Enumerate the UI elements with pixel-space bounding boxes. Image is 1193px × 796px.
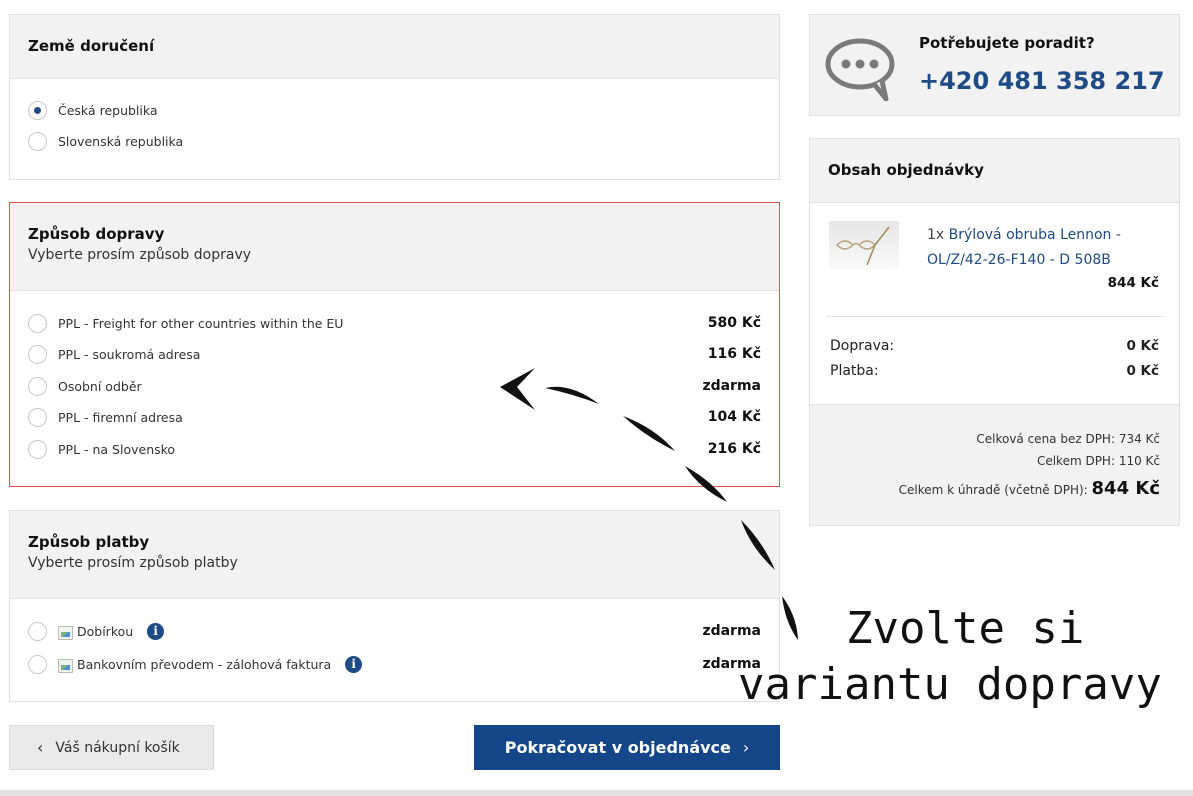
shipping-option[interactable]: PPL - Freight for other countries within… <box>28 311 761 335</box>
product-thumbnail[interactable] <box>829 221 899 269</box>
payment-cost-value: 0 Kč <box>1126 363 1159 379</box>
shipping-option-label: Osobní odběr <box>58 378 142 394</box>
shipping-cost-label: Doprava: <box>830 338 895 354</box>
help-box: Potřebujete poradit? +420 481 358 217 <box>809 14 1180 116</box>
annotation-line-2: variantu dopravy <box>738 659 1162 710</box>
total-to-pay-label: Celkem k úhradě (včetně DPH): <box>898 483 1088 497</box>
country-label-sk: Slovenská republika <box>58 133 184 149</box>
shipping-cost-row: Doprava: 0 Kč <box>830 338 1159 354</box>
chat-bubble-icon <box>825 38 895 101</box>
shipping-option-label: PPL - firemní adresa <box>58 409 183 425</box>
delivery-country-header: Země doručení <box>10 15 779 79</box>
divider <box>826 316 1163 317</box>
shipping-option-label: PPL - na Slovensko <box>58 441 176 457</box>
order-summary-header: Obsah objednávky <box>810 139 1179 203</box>
country-radio-cz[interactable] <box>28 100 47 120</box>
payment-radio-cod[interactable] <box>28 621 47 641</box>
vat-total: Celkem DPH: 110 Kč <box>1036 454 1160 468</box>
shipping-cost-value: 0 Kč <box>1126 338 1159 354</box>
help-question: Potřebujete poradit? <box>919 34 1095 52</box>
shipping-title: Způsob dopravy <box>28 225 165 243</box>
total-to-pay-value: 844 Kč <box>1091 478 1160 499</box>
shipping-option-price: 580 Kč <box>707 315 761 331</box>
info-icon[interactable]: i <box>345 655 363 673</box>
continue-order-button[interactable]: Pokračovat v objednávce › <box>474 725 780 770</box>
shipping-radio[interactable] <box>28 344 47 364</box>
info-icon[interactable]: i <box>147 622 165 640</box>
payment-image-icon <box>58 659 73 673</box>
payment-option-transfer[interactable]: Bankovním převodem - zálohová faktura i … <box>28 652 761 676</box>
country-option-cz[interactable]: Česká republika <box>28 98 761 122</box>
country-label-cz: Česká republika <box>58 102 158 118</box>
shipping-option-label: PPL - Freight for other countries within… <box>58 315 344 331</box>
shipping-radio[interactable] <box>28 376 47 396</box>
delivery-country-panel: Země doručení Česká republika Slovenská … <box>9 14 780 180</box>
payment-radio-transfer[interactable] <box>28 654 47 674</box>
help-phone-link[interactable]: +420 481 358 217 <box>919 67 1165 95</box>
annotation-line-1: Zvolte si <box>846 603 1085 654</box>
payment-image-icon <box>58 626 73 640</box>
payment-label-cod: Dobírkou <box>77 623 134 639</box>
back-to-cart-label: Váš nákupní košík <box>55 739 180 756</box>
delivery-country-title: Země doručení <box>28 37 155 55</box>
chevron-left-icon: ‹ <box>37 738 44 757</box>
product-link[interactable]: 1x Brýlová obruba Lennon - OL/Z/42-26-F1… <box>927 223 1157 273</box>
continue-order-label: Pokračovat v objednávce <box>504 738 731 757</box>
payment-cost-row: Platba: 0 Kč <box>830 363 1159 379</box>
shipping-subtitle: Vyberte prosím způsob dopravy <box>28 247 252 263</box>
annotation-text: Zvolte si variantu dopravy <box>738 601 1193 713</box>
country-radio-sk[interactable] <box>28 131 47 151</box>
payment-label-transfer: Bankovním převodem - zálohová faktura <box>77 656 332 672</box>
shipping-radio[interactable] <box>28 407 47 427</box>
total-no-vat: Celková cena bez DPH: 734 Kč <box>976 432 1160 446</box>
product-qty: 1x <box>927 227 945 243</box>
shipping-radio[interactable] <box>28 439 47 459</box>
shipping-radio[interactable] <box>28 313 47 333</box>
product-name: Brýlová obruba Lennon - OL/Z/42-26-F140 … <box>927 227 1121 268</box>
back-to-cart-button[interactable]: ‹ Váš nákupní košík <box>9 725 214 770</box>
payment-cost-label: Platba: <box>830 363 879 379</box>
total-to-pay: Celkem k úhradě (včetně DPH): 844 Kč <box>899 478 1160 499</box>
chevron-right-icon: › <box>742 738 750 757</box>
country-option-sk[interactable]: Slovenská republika <box>28 129 761 153</box>
checkout-page: Země doručení Česká republika Slovenská … <box>0 0 1193 796</box>
footer-bar <box>0 790 1193 796</box>
glasses-image-icon <box>835 226 890 266</box>
product-price: 844 Kč <box>1107 275 1159 291</box>
order-summary-panel: Obsah objednávky 1x Brýlová obruba Lenno… <box>809 138 1180 526</box>
shipping-option-label: PPL - soukromá adresa <box>58 346 201 362</box>
shipping-header: Způsob dopravy Vyberte prosím způsob dop… <box>10 203 779 291</box>
order-summary-title: Obsah objednávky <box>828 161 984 179</box>
order-totals: Celková cena bez DPH: 734 Kč Celkem DPH:… <box>810 404 1179 525</box>
